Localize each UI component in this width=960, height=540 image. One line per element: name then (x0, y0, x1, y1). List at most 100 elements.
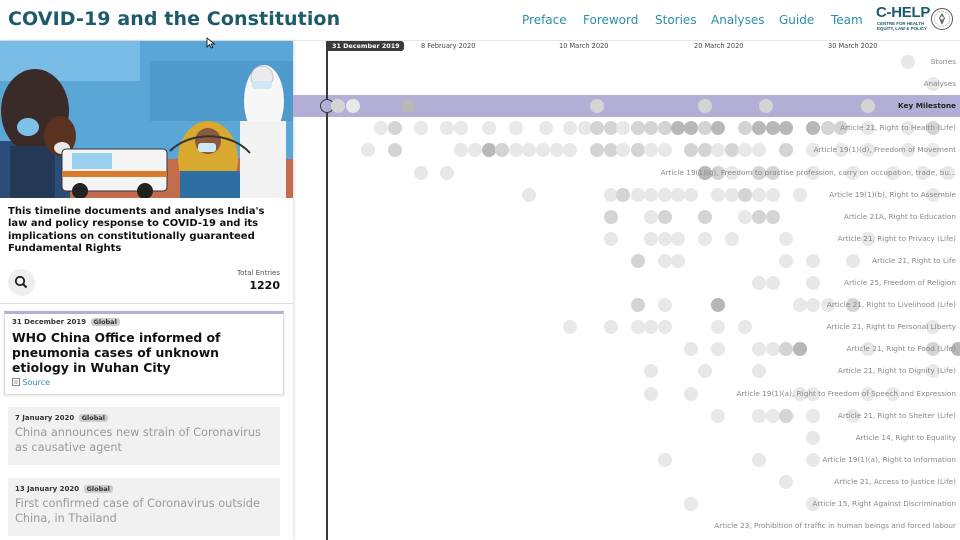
timeline-entry-dot[interactable] (671, 121, 685, 136)
timeline-entry-dot[interactable] (711, 121, 725, 136)
timeline-entry-dot[interactable] (779, 253, 793, 268)
timeline-entry-dot[interactable] (644, 364, 658, 379)
timeline[interactable]: 31 December 2019 8 February 2020 10 Marc… (293, 41, 960, 540)
timeline-entry-dot[interactable] (644, 121, 658, 136)
timeline-entry-dot[interactable] (766, 209, 780, 224)
current-date-line[interactable] (326, 41, 328, 540)
timeline-entry-dot[interactable] (752, 209, 766, 224)
timeline-entry-dot[interactable] (482, 121, 496, 136)
timeline-entry-dot[interactable] (616, 187, 630, 202)
timeline-entry-dot[interactable] (779, 408, 793, 423)
timeline-entry-dot[interactable] (779, 143, 793, 158)
timeline-entry-dot[interactable] (388, 121, 402, 136)
timeline-entry-dot[interactable] (671, 187, 685, 202)
source-link[interactable]: Source (12, 378, 50, 387)
timeline-entry-dot[interactable] (388, 143, 402, 158)
timeline-entry-dot[interactable] (821, 121, 835, 136)
entry-card-active[interactable]: 31 December 2019 Global WHO China Office… (4, 311, 284, 395)
timeline-entry-dot[interactable] (616, 121, 630, 136)
timeline-entry-dot[interactable] (631, 320, 645, 335)
timeline-entry-dot[interactable] (454, 121, 468, 136)
timeline-entry-dot[interactable] (684, 121, 698, 136)
timeline-entry-dot[interactable] (495, 143, 509, 158)
nav-stories[interactable]: Stories (655, 13, 697, 27)
timeline-entry-dot[interactable] (631, 121, 645, 136)
timeline-entry-dot[interactable] (806, 408, 820, 423)
timeline-entry-dot[interactable] (806, 298, 820, 313)
timeline-entry-dot[interactable] (711, 187, 725, 202)
timeline-entry-dot[interactable] (590, 143, 604, 158)
timeline-entry-dot[interactable] (590, 121, 604, 136)
timeline-entry-dot[interactable] (658, 298, 672, 313)
timeline-entry-dot[interactable] (658, 231, 672, 246)
timeline-entry-dot[interactable] (658, 452, 672, 467)
timeline-entry-dot[interactable] (684, 187, 698, 202)
timeline-entry-dot[interactable] (779, 121, 793, 136)
timeline-entry-dot[interactable] (361, 143, 375, 158)
timeline-entry-dot[interactable] (440, 165, 454, 180)
timeline-entry-dot[interactable] (684, 342, 698, 357)
nav-analyses[interactable]: Analyses (711, 13, 765, 27)
timeline-entry-dot[interactable] (698, 143, 712, 158)
timeline-entry-dot[interactable] (563, 121, 577, 136)
timeline-entry-dot[interactable] (658, 209, 672, 224)
timeline-entry-dot[interactable] (644, 320, 658, 335)
timeline-entry-dot[interactable] (522, 143, 536, 158)
timeline-entry-dot[interactable] (454, 143, 468, 158)
timeline-entry-dot[interactable] (711, 342, 725, 357)
timeline-entry-dot[interactable] (550, 143, 564, 158)
timeline-entry-dot[interactable] (440, 121, 454, 136)
timeline-entry-dot[interactable] (752, 408, 766, 423)
timeline-entry-dot[interactable] (779, 231, 793, 246)
timeline-entry-dot[interactable] (725, 231, 739, 246)
timeline-entry-dot[interactable] (711, 408, 725, 423)
timeline-entry-dot[interactable] (766, 408, 780, 423)
timeline-entry-dot[interactable] (793, 187, 807, 202)
timeline-entry-dot[interactable] (658, 143, 672, 158)
chelp-logo[interactable]: C-HELP (876, 5, 930, 20)
timeline-entry-dot[interactable] (698, 121, 712, 136)
timeline-entry-dot[interactable] (539, 121, 553, 136)
timeline-entry-dot[interactable] (806, 430, 820, 445)
timeline-entry-dot[interactable] (698, 209, 712, 224)
timeline-entry-dot[interactable] (738, 320, 752, 335)
timeline-entry-dot[interactable] (509, 121, 523, 136)
entry-card[interactable]: 13 January 2020 Global First confirmed c… (8, 478, 280, 536)
timeline-entry-dot[interactable] (644, 187, 658, 202)
timeline-entry-dot[interactable] (752, 143, 766, 158)
timeline-entry-dot[interactable] (725, 143, 739, 158)
timeline-entry-dot[interactable] (671, 231, 685, 246)
timeline-entry-dot[interactable] (644, 143, 658, 158)
timeline-entry-dot[interactable] (738, 143, 752, 158)
timeline-entry-dot[interactable] (604, 209, 618, 224)
timeline-entry-dot[interactable] (806, 452, 820, 467)
timeline-entry-dot[interactable] (779, 474, 793, 489)
timeline-entry-dot[interactable] (698, 231, 712, 246)
timeline-entry-dot[interactable] (604, 320, 618, 335)
timeline-entry-dot[interactable] (631, 253, 645, 268)
nav-foreword[interactable]: Foreword (583, 13, 638, 27)
timeline-entry-dot[interactable] (631, 187, 645, 202)
timeline-entry-dot[interactable] (536, 143, 550, 158)
timeline-entry-dot[interactable] (658, 320, 672, 335)
timeline-entry-dot[interactable] (711, 298, 725, 313)
nav-preface[interactable]: Preface (522, 13, 567, 27)
timeline-entry-dot[interactable] (766, 121, 780, 136)
timeline-entry-dot[interactable] (738, 209, 752, 224)
timeline-entry-dot[interactable] (658, 121, 672, 136)
timeline-entry-dot[interactable] (806, 253, 820, 268)
timeline-entry-dot[interactable] (752, 364, 766, 379)
timeline-entry-dot[interactable] (779, 342, 793, 357)
timeline-entry-dot[interactable] (522, 187, 536, 202)
timeline-entry-dot[interactable] (509, 143, 523, 158)
timeline-entry-dot[interactable] (374, 121, 388, 136)
timeline-entry-dot[interactable] (806, 276, 820, 290)
entry-card[interactable]: 7 January 2020 Global China announces ne… (8, 407, 280, 465)
timeline-entry-dot[interactable] (766, 342, 780, 357)
search-button[interactable] (8, 269, 35, 296)
timeline-entry-dot[interactable] (711, 143, 725, 158)
timeline-entry-dot[interactable] (725, 187, 739, 202)
timeline-entry-dot[interactable] (644, 386, 658, 401)
timeline-entry-dot[interactable] (482, 143, 496, 158)
timeline-entry-dot[interactable] (766, 187, 780, 202)
